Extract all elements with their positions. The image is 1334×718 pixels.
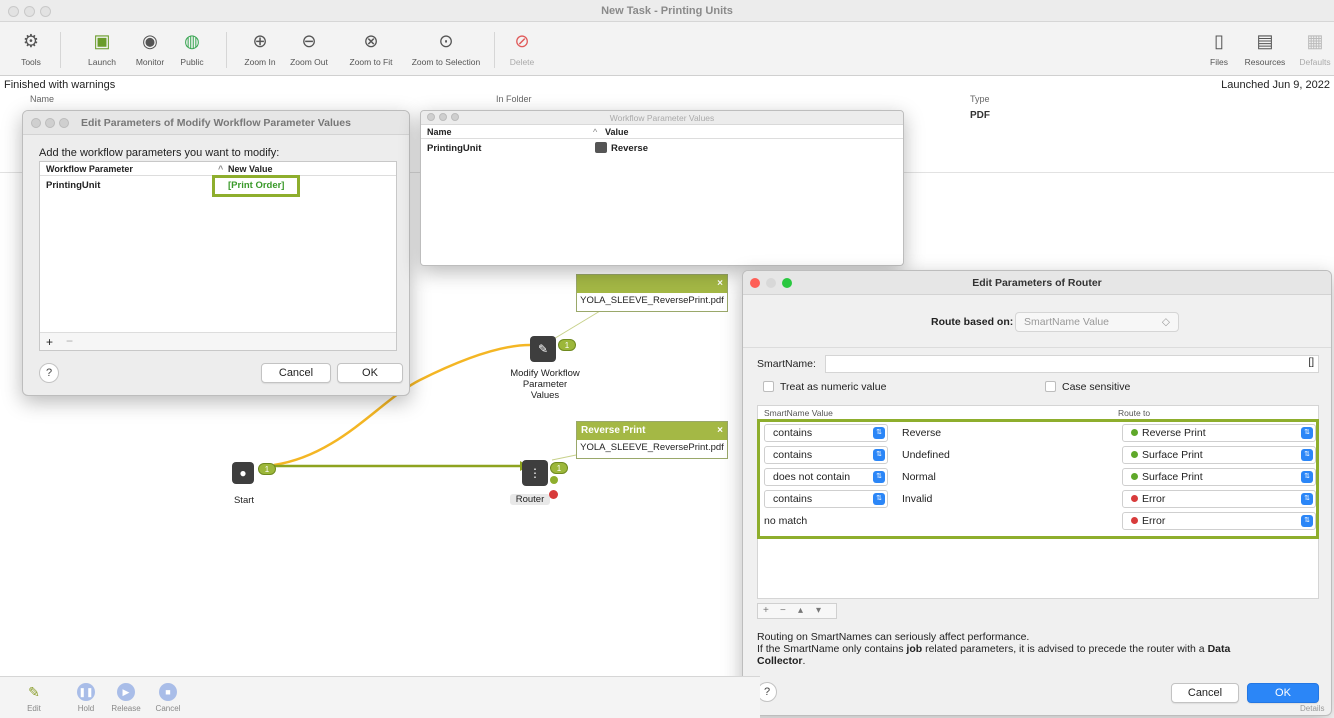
help-button[interactable]: ? [757, 682, 777, 702]
reverse-icon [595, 142, 607, 153]
resources-icon: ▤ [1256, 31, 1274, 51]
note-header: × [577, 275, 727, 293]
modify-prompt: Add the workflow parameters you want to … [39, 147, 280, 159]
route-based-on-label: Route based on: [931, 316, 1014, 328]
cancel-job-button[interactable]: ■ Cancel [150, 683, 186, 713]
cancel-button[interactable]: Cancel [261, 363, 331, 383]
case-sensitive-checkbox[interactable]: Case sensitive [1045, 381, 1130, 393]
close-icon[interactable]: × [717, 422, 723, 440]
highlight-rules [757, 419, 1319, 539]
pause-icon: ❚❚ [77, 683, 95, 701]
highlight-new-value [212, 175, 300, 197]
wpv-header: Name ^ Value [421, 125, 903, 139]
resources-button[interactable]: ▤ Resources [1240, 28, 1290, 67]
chevron-updown-icon: ◇ [1161, 316, 1170, 328]
close-dialog-button[interactable] [750, 278, 760, 288]
ok-button[interactable]: OK [1247, 683, 1319, 703]
start-label: Start [233, 495, 255, 506]
ok-button[interactable]: OK [337, 363, 403, 383]
play-icon: ▶ [117, 683, 135, 701]
wpv-table: Name ^ Value PrintingUnit Reverse [421, 125, 903, 265]
move-down-button[interactable]: ▾ [816, 605, 821, 616]
column-type[interactable]: Type [970, 94, 990, 108]
hold-button[interactable]: ❚❚ Hold [72, 683, 100, 713]
bottom-toolbar: ✎ Edit ❚❚ Hold ▶ Release ■ Cancel [0, 676, 760, 718]
rules-edit-bar: + − ▴ ▾ [757, 603, 837, 619]
workflow-parameter-values-window: Workflow Parameter Values Name ^ Value P… [420, 110, 904, 266]
file-icon: ▯ [1214, 31, 1224, 51]
move-up-button[interactable]: ▴ [798, 605, 803, 616]
router-error-icon [549, 490, 558, 499]
router-node[interactable]: ⋮ [522, 460, 548, 486]
param-table-header: Workflow Parameter ^ New Value [40, 162, 396, 176]
modify-workflow-node[interactable]: ✎ [530, 336, 556, 362]
smartname-input[interactable]: [] [825, 355, 1319, 373]
dialog-title: Edit Parameters of Modify Workflow Param… [23, 111, 409, 135]
note-filename: YOLA_SLEEVE_ReversePrint.pdf [580, 442, 724, 453]
add-remove-bar: + − [40, 332, 396, 350]
minimize-dialog-button[interactable] [766, 278, 776, 288]
note-modify[interactable]: × YOLA_SLEEVE_ReversePrint.pdf [576, 274, 728, 312]
wpv-titlebar: Workflow Parameter Values [421, 111, 903, 125]
close-window-button[interactable] [427, 113, 435, 121]
performance-note: Routing on SmartNames can seriously affe… [757, 631, 1231, 667]
divider [743, 347, 1331, 348]
modify-badge: 1 [558, 339, 576, 351]
smartname-label: SmartName: [757, 358, 816, 370]
start-badge: 1 [258, 463, 276, 475]
defaults-icon: ▦ [1306, 31, 1324, 51]
zoom-window-button[interactable] [451, 113, 459, 121]
treat-numeric-checkbox[interactable]: Treat as numeric value [763, 381, 886, 393]
zoom-dialog-button[interactable] [782, 278, 792, 288]
modify-params-dialog: Edit Parameters of Modify Workflow Param… [22, 110, 410, 396]
release-button[interactable]: ▶ Release [108, 683, 144, 713]
close-dialog-button[interactable] [31, 118, 41, 128]
cancel-button[interactable]: Cancel [1171, 683, 1239, 703]
router-output-dot [550, 476, 558, 484]
close-icon[interactable]: × [717, 275, 723, 293]
dialog-title: Edit Parameters of Router [743, 271, 1331, 295]
zoom-dialog-button[interactable] [59, 118, 69, 128]
table-row[interactable]: PrintingUnit Reverse [421, 139, 903, 157]
smartname-picker-icon[interactable]: [] [1308, 357, 1314, 368]
start-node[interactable]: ● [232, 462, 254, 484]
details-button[interactable]: Details [1300, 704, 1324, 713]
minimize-window-button[interactable] [439, 113, 447, 121]
param-name: PrintingUnit [46, 180, 101, 191]
edit-button[interactable]: ✎ Edit [22, 683, 46, 713]
modify-workflow-label: Modify Workflow Parameter Values [510, 368, 580, 401]
add-button[interactable]: + [46, 335, 53, 349]
launched-date: Launched Jun 9, 2022 [1221, 79, 1330, 91]
router-badge: 1 [550, 462, 568, 474]
note-reverse-print[interactable]: Reverse Print × YOLA_SLEEVE_ReversePrint… [576, 421, 728, 459]
remove-button[interactable]: − [780, 605, 786, 616]
rules-header: SmartName Value Route to [758, 406, 1318, 420]
router-label: Router [510, 494, 550, 505]
route-based-on-select[interactable]: SmartName Value ◇ [1015, 312, 1179, 332]
stop-icon: ■ [159, 683, 177, 701]
defaults-button[interactable]: ▦ Defaults [1296, 28, 1334, 67]
pencil-icon: ✎ [28, 684, 40, 700]
router-dialog: Edit Parameters of Router Route based on… [742, 270, 1332, 716]
file-type-cell: PDF [970, 110, 990, 121]
remove-button[interactable]: − [66, 334, 73, 348]
help-button[interactable]: ? [39, 363, 59, 383]
files-button[interactable]: ▯ Files [1206, 28, 1232, 67]
note-filename: YOLA_SLEEVE_ReversePrint.pdf [580, 295, 724, 306]
minimize-dialog-button[interactable] [45, 118, 55, 128]
add-button[interactable]: + [763, 605, 769, 616]
note-header: Reverse Print × [577, 422, 727, 440]
